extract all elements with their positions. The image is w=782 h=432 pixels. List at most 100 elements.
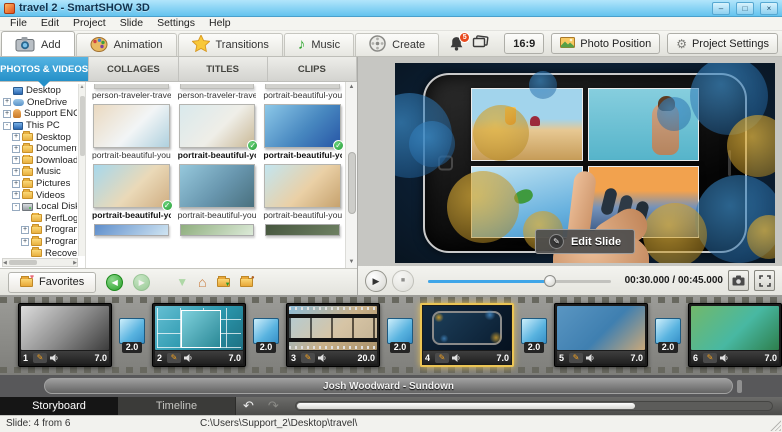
tab-collages[interactable]: COLLAGES [89, 57, 178, 81]
slide-3[interactable]: 3✎20.0 [286, 303, 380, 367]
tree-item-downloads[interactable]: +Downloads [2, 155, 77, 167]
tree-item-program[interactable]: +Program [2, 224, 77, 236]
slide-2[interactable]: 2✎7.0 [152, 303, 246, 367]
import-folder-icon[interactable]: ▼ [217, 278, 230, 287]
snapshot-button[interactable] [728, 270, 749, 291]
tab-timeline[interactable]: Timeline [118, 397, 236, 415]
edit-slide-button[interactable]: ✎ Edit Slide [535, 229, 635, 254]
tree-item-program[interactable]: +Program [2, 236, 77, 248]
photo-position-button[interactable]: Photo Position [551, 33, 660, 54]
menu-slide[interactable]: Slide [113, 17, 150, 30]
expander-icon[interactable]: - [12, 203, 20, 211]
resize-grip[interactable] [770, 420, 781, 431]
expander-icon[interactable]: + [3, 110, 11, 118]
photo-thumbnail[interactable]: ✓ [264, 104, 341, 148]
slide-6[interactable]: 6✎7.0 [688, 303, 782, 367]
ribbon-tab-animation[interactable]: Animation [76, 33, 177, 56]
project-settings-button[interactable]: ⚙ Project Settings [667, 33, 778, 54]
photo-thumbnail[interactable] [264, 164, 341, 208]
home-folder-icon[interactable]: ⌂ [198, 274, 206, 290]
edit-pencil-icon[interactable]: ✎ [703, 353, 717, 363]
tree-item-music[interactable]: +Music [2, 166, 77, 178]
photo-thumbnail-partial[interactable] [180, 224, 255, 236]
photo-thumbnail-partial[interactable] [94, 224, 169, 236]
stop-button[interactable]: ■ [392, 270, 414, 292]
photo-thumbnail[interactable]: ✓ [179, 104, 256, 148]
close-button[interactable]: × [760, 2, 778, 15]
edit-pencil-icon[interactable]: ✎ [301, 353, 315, 363]
tab-titles[interactable]: TITLES [179, 57, 268, 81]
expander-icon[interactable]: + [12, 191, 20, 199]
ribbon-tab-add[interactable]: Add [1, 31, 75, 56]
tab-clips[interactable]: CLIPS [268, 57, 357, 81]
redo-icon[interactable]: ↷ [261, 397, 286, 415]
minimize-button[interactable]: – [712, 2, 730, 15]
ribbon-tab-transitions[interactable]: Transitions [178, 33, 283, 56]
speaker-icon[interactable] [452, 354, 461, 362]
transition-2[interactable]: 2.0 [251, 318, 281, 353]
fullscreen-button[interactable] [754, 270, 775, 291]
scroll-up-icon[interactable]: ▲ [349, 83, 355, 92]
menu-settings[interactable]: Settings [150, 17, 202, 30]
tree-hscrollbar[interactable]: ◀▶ [2, 258, 78, 267]
speaker-icon[interactable] [50, 354, 59, 362]
tree-item-documents[interactable]: +Documents [2, 143, 77, 155]
tree-item-onedrive[interactable]: +OneDrive [2, 97, 77, 109]
scroll-right-icon[interactable]: ▶ [73, 260, 77, 266]
scrollbar-thumb[interactable] [348, 152, 356, 214]
slide-preview-stage[interactable]: ✎ Edit Slide [395, 63, 775, 263]
photo-thumbnail[interactable] [93, 104, 170, 148]
seek-thumb[interactable] [544, 275, 556, 287]
speaker-icon[interactable] [720, 354, 729, 362]
photo-thumbnail[interactable] [179, 164, 256, 208]
photo-thumbnail-partial[interactable] [265, 224, 340, 236]
music-track-handle[interactable] [737, 380, 742, 393]
ribbon-tab-create[interactable]: Create [355, 33, 439, 56]
transition-5[interactable]: 2.0 [653, 318, 683, 353]
edit-pencil-icon[interactable]: ✎ [435, 353, 449, 363]
expander-icon[interactable]: + [21, 238, 29, 246]
favorites-button[interactable]: ♥ Favorites [8, 272, 96, 293]
expander-icon[interactable]: + [12, 168, 20, 176]
speaker-icon[interactable] [184, 354, 193, 362]
edit-pencil-icon[interactable]: ✎ [167, 353, 181, 363]
thumbnails-scrollbar[interactable]: ▲ ▼ [345, 82, 357, 268]
maximize-button[interactable]: □ [736, 2, 754, 15]
photo-thumbnail[interactable]: ✓ [93, 164, 170, 208]
storyboard-scrollbar-thumb[interactable] [297, 403, 635, 409]
tree-item-pictures[interactable]: +Pictures [2, 178, 77, 190]
tree-hscroll-thumb[interactable] [9, 260, 37, 265]
transition-4[interactable]: 2.0 [519, 318, 549, 353]
music-track[interactable]: Josh Woodward - Sundown [44, 378, 733, 394]
transition-1[interactable]: 2.0 [117, 318, 147, 353]
tab-photos-videos[interactable]: PHOTOS & VIDEOS [0, 57, 89, 81]
expander-icon[interactable]: + [21, 226, 29, 234]
menu-edit[interactable]: Edit [34, 17, 66, 30]
tree-item-videos[interactable]: +Videos [2, 189, 77, 201]
tree-item-this-pc[interactable]: -This PC [2, 120, 77, 132]
scroll-left-icon[interactable]: ◀ [3, 260, 7, 266]
speaker-icon[interactable] [586, 354, 595, 362]
expander-icon[interactable]: - [3, 122, 11, 130]
recent-folder-icon[interactable]: ● [240, 278, 253, 287]
expander-icon[interactable]: + [12, 180, 20, 188]
edit-pencil-icon[interactable]: ✎ [569, 353, 583, 363]
add-to-project-icon[interactable]: ▼ [176, 275, 188, 289]
tree-item-perflogs[interactable]: +PerfLogs [2, 213, 77, 225]
scroll-down-icon[interactable]: ▼ [349, 258, 355, 267]
play-button[interactable]: ▶ [365, 270, 387, 292]
aspect-ratio-button[interactable]: 16:9 [504, 33, 544, 54]
menu-help[interactable]: Help [202, 17, 238, 30]
speaker-icon[interactable] [318, 354, 327, 362]
slide-5[interactable]: 5✎7.0 [554, 303, 648, 367]
expander-icon[interactable]: + [12, 145, 20, 153]
edit-pencil-icon[interactable]: ✎ [33, 353, 47, 363]
expander-icon[interactable]: + [12, 133, 20, 141]
expander-icon[interactable]: + [3, 98, 11, 106]
expander-icon[interactable]: + [12, 156, 20, 164]
menu-project[interactable]: Project [66, 17, 113, 30]
menu-file[interactable]: File [3, 17, 34, 30]
tree-item-desktop[interactable]: +Desktop [2, 131, 77, 143]
notifications-bell-icon[interactable]: 5 [449, 36, 465, 52]
tab-storyboard[interactable]: Storyboard [0, 397, 118, 415]
